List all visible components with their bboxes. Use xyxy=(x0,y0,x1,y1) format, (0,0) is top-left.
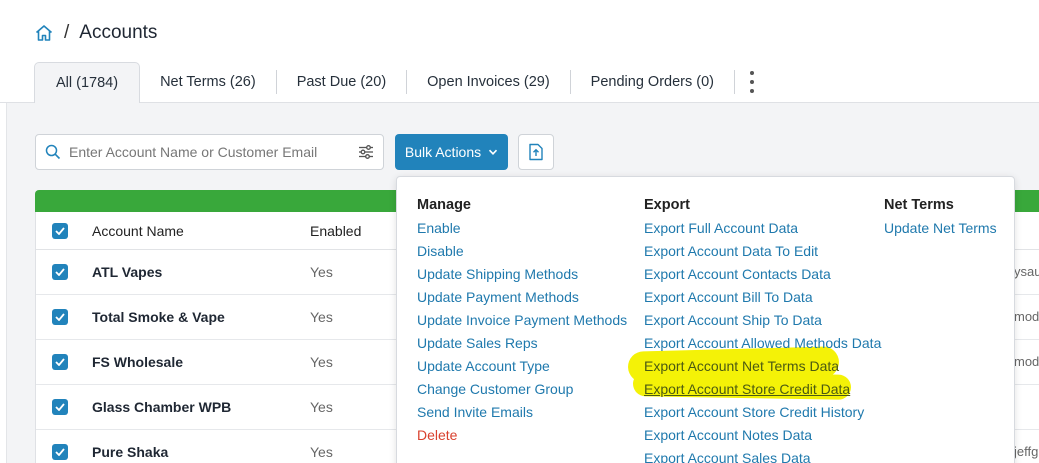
menu-item-update-invoice-payment-methods[interactable]: Update Invoice Payment Methods xyxy=(417,310,627,333)
check-icon xyxy=(55,448,65,456)
menu-item-update-shipping-methods[interactable]: Update Shipping Methods xyxy=(417,264,627,287)
breadcrumb-separator: / xyxy=(64,22,70,43)
breadcrumb: / Accounts xyxy=(34,22,157,44)
menu-section-net-terms: Net Terms Update Net Terms xyxy=(884,195,997,241)
row-email-cut: mod xyxy=(1014,309,1039,324)
check-icon xyxy=(55,226,65,235)
tab-past-due[interactable]: Past Due (20) xyxy=(277,70,408,94)
row-checkbox[interactable] xyxy=(52,309,68,325)
column-header-account-name[interactable]: Account Name xyxy=(92,223,310,239)
menu-item-update-account-type[interactable]: Update Account Type xyxy=(417,356,627,379)
row-checkbox[interactable] xyxy=(52,264,68,280)
menu-item-delete[interactable]: Delete xyxy=(417,425,627,448)
enabled-value: Yes xyxy=(310,354,333,370)
menu-item-export-account-data-to-edit[interactable]: Export Account Data To Edit xyxy=(644,241,881,264)
menu-item-export-full-account-data[interactable]: Export Full Account Data xyxy=(644,218,881,241)
account-name[interactable]: FS Wholesale xyxy=(92,354,310,370)
check-icon xyxy=(55,313,65,321)
bulk-actions-menu: Manage Enable Disable Update Shipping Me… xyxy=(396,176,1015,463)
menu-item-export-account-net-terms-data[interactable]: Export Account Net Terms Data xyxy=(644,356,881,379)
tab-all[interactable]: All (1784) xyxy=(34,62,141,103)
search-box xyxy=(35,134,384,170)
column-header-enabled[interactable]: Enabled xyxy=(310,223,390,239)
menu-item-disable[interactable]: Disable xyxy=(417,241,627,264)
menu-heading-net-terms: Net Terms xyxy=(884,197,954,213)
tab-bar: All (1784) Net Terms (26) Past Due (20) … xyxy=(34,62,757,103)
row-email-cut: mod xyxy=(1014,354,1039,369)
row-email-cut: jeffg xyxy=(1014,444,1039,459)
menu-heading-export: Export xyxy=(644,197,690,213)
menu-item-export-account-contacts-data[interactable]: Export Account Contacts Data xyxy=(644,264,881,287)
account-name[interactable]: Glass Chamber WPB xyxy=(92,399,310,415)
search-input[interactable] xyxy=(69,144,349,160)
bulk-actions-label: Bulk Actions xyxy=(404,144,482,160)
row-checkbox[interactable] xyxy=(52,399,68,415)
tab-open-invoices[interactable]: Open Invoices (29) xyxy=(407,70,571,94)
enabled-value: Yes xyxy=(310,444,333,460)
more-tabs-icon[interactable] xyxy=(747,71,757,93)
menu-item-send-invite-emails[interactable]: Send Invite Emails xyxy=(417,402,627,425)
menu-heading-manage: Manage xyxy=(417,197,471,213)
menu-item-export-account-ship-to-data[interactable]: Export Account Ship To Data xyxy=(644,310,881,333)
enabled-value: Yes xyxy=(310,309,333,325)
home-icon[interactable] xyxy=(34,23,54,43)
menu-item-update-net-terms[interactable]: Update Net Terms xyxy=(884,218,997,241)
file-upload-icon xyxy=(529,143,543,161)
select-all-checkbox[interactable] xyxy=(52,222,68,239)
menu-item-change-customer-group[interactable]: Change Customer Group xyxy=(417,379,627,402)
search-icon xyxy=(45,144,61,160)
check-icon xyxy=(55,403,65,411)
account-name[interactable]: Total Smoke & Vape xyxy=(92,309,310,325)
row-checkbox[interactable] xyxy=(52,444,68,460)
page-title: Accounts xyxy=(79,22,158,43)
check-icon xyxy=(55,358,65,366)
chevron-down-icon xyxy=(489,149,498,155)
menu-item-export-account-allowed-methods-data[interactable]: Export Account Allowed Methods Data xyxy=(644,333,881,356)
menu-item-export-account-sales-data[interactable]: Export Account Sales Data xyxy=(644,448,881,463)
tab-pending-orders[interactable]: Pending Orders (0) xyxy=(571,70,735,94)
menu-item-enable[interactable]: Enable xyxy=(417,218,627,241)
account-name[interactable]: ATL Vapes xyxy=(92,264,310,280)
export-upload-button[interactable] xyxy=(518,134,554,170)
bulk-actions-button[interactable]: Bulk Actions xyxy=(395,134,508,170)
menu-item-export-account-bill-to-data[interactable]: Export Account Bill To Data xyxy=(644,287,881,310)
menu-item-export-account-notes-data[interactable]: Export Account Notes Data xyxy=(644,425,881,448)
menu-section-export: Export Export Full Account Data Export A… xyxy=(644,195,881,463)
page-header: / Accounts All (1784) Net Terms (26) Pas… xyxy=(0,0,1039,103)
menu-section-manage: Manage Enable Disable Update Shipping Me… xyxy=(417,195,627,448)
row-email-cut: ysau xyxy=(1014,264,1039,279)
tab-net-terms[interactable]: Net Terms (26) xyxy=(140,70,277,94)
filter-icon[interactable] xyxy=(358,144,374,160)
check-icon xyxy=(55,268,65,276)
row-checkbox[interactable] xyxy=(52,354,68,370)
menu-item-update-sales-reps[interactable]: Update Sales Reps xyxy=(417,333,627,356)
enabled-value: Yes xyxy=(310,399,333,415)
account-name[interactable]: Pure Shaka xyxy=(92,444,310,460)
enabled-value: Yes xyxy=(310,264,333,280)
menu-item-export-account-store-credit-data[interactable]: Export Account Store Credit Data xyxy=(644,379,881,402)
menu-item-export-account-store-credit-history[interactable]: Export Account Store Credit History xyxy=(644,402,881,425)
menu-item-update-payment-methods[interactable]: Update Payment Methods xyxy=(417,287,627,310)
